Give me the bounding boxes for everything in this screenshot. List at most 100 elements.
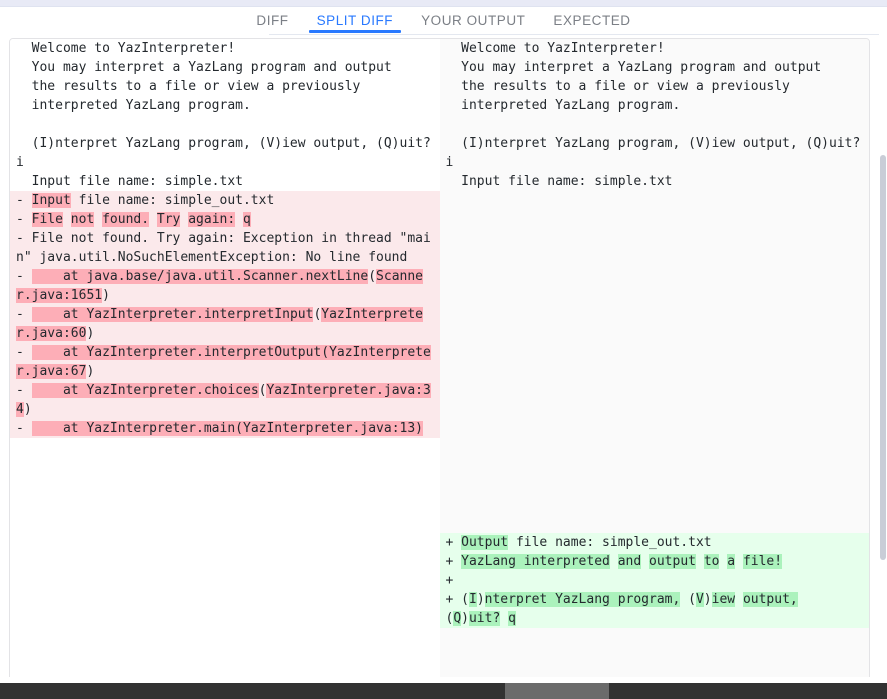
diff-line-sign [446,117,462,132]
left-code-block: Welcome to YazInterpreter! You may inter… [10,39,440,558]
diff-line-sign [16,117,32,132]
diff-text [610,554,618,569]
diff-word-highlight: java.base/java.util.Scanner.nextLine [86,269,369,284]
diff-word-highlight: q [243,212,251,227]
diff-text: ) [102,288,110,303]
horizontal-scrollbar-thumb[interactable] [505,683,609,699]
diff-word-highlight: a [727,554,736,569]
diff-text: interpreted YazLang program. [461,98,681,113]
diff-text: Welcome to YazInterpreter! [31,41,236,56]
tab-expected[interactable]: EXPECTED [539,7,644,33]
diff-text [63,212,71,227]
diff-text: (I)nterpret YazLang program, (V)iew outp… [16,136,439,170]
split-diff-container: Welcome to YazInterpreter! You may inter… [9,38,870,681]
diff-word-highlight: YazInterpreter.interpretInput [86,307,314,322]
horizontal-scrollbar-track[interactable] [0,683,887,699]
diff-line-ctx: ​ [10,115,440,134]
diff-line-sign [16,41,32,56]
diff-text: ) [86,364,95,379]
diff-line-ctx: You may interpret a YazLang program and … [440,58,870,77]
diff-word-highlight: Output [461,535,509,550]
diff-text: ) [23,402,32,417]
diff-line-sign: - [16,193,32,208]
diff-line-ctx: Input file name: simple.txt [10,172,440,191]
diff-line-sign: - [16,212,32,227]
diff-text: Welcome to YazInterpreter! [461,41,665,56]
diff-word-highlight: at [31,269,87,284]
diff-line-sign [446,60,462,75]
diff-word-highlight: again: [188,212,236,227]
diff-word-highlight: q [508,611,516,626]
tab-label: EXPECTED [553,13,631,28]
diff-text: ( [368,269,377,284]
diff-text [149,212,157,227]
diff-line-ctx: (I)nterpret YazLang program, (V)iew outp… [440,134,870,172]
diff-word-highlight: at [31,345,87,360]
diff-text: (I)nterpret YazLang program, (V)iew outp… [445,136,869,170]
diff-line-sign: + [445,592,462,607]
diff-word-highlight: File [31,212,63,227]
diff-text: ) [461,611,469,626]
window-top-strip [0,0,887,7]
diff-line-ctx: Input file name: simple.txt [440,172,870,191]
left-pane-filler [10,438,440,558]
diff-word-highlight: output [649,554,696,569]
diff-word-highlight: I [468,592,477,607]
diff-line-del: - File not found. Try again: q [10,210,440,229]
diff-line-del: - at YazInterpreter.choices(YazInterpret… [10,381,440,419]
diff-word-highlight: V [695,592,704,607]
diff-line-ctx: Welcome to YazInterpreter! [440,39,870,58]
diff-line-sign [16,98,32,113]
diff-line-del: - File not found. Try again: Exception i… [10,229,440,267]
diff-text: You may interpret a YazLang program and … [31,60,392,75]
diff-line-sign: - [16,383,32,398]
right-pane-filler [439,191,869,533]
diff-text [696,554,704,569]
diff-line-ctx: (I)nterpret YazLang program, (V)iew outp… [10,134,440,172]
tab-split-diff[interactable]: SPLIT DIFF [303,7,408,33]
tab-label: DIFF [256,13,289,28]
diff-line-add: + Output file name: simple_out.txt [439,533,869,552]
tab-your-output[interactable]: YOUR OUTPUT [407,7,539,33]
diff-line-ctx: You may interpret a YazLang program and … [10,58,440,77]
diff-line-sign [16,60,32,75]
diff-line-ctx: ​ [440,115,870,134]
diff-line-add: +​ [439,571,869,590]
tab-diff[interactable]: DIFF [242,7,302,33]
diff-text: the results to a file or view a previous… [461,79,790,94]
pane-your-output[interactable]: Welcome to YazInterpreter! You may inter… [10,39,440,680]
diff-line-sign [16,174,32,189]
diff-line-add: + YazLang interpreted and output to a fi… [439,552,869,571]
tab-label: YOUR OUTPUT [421,13,526,28]
diff-line-ctx: the results to a file or view a previous… [440,77,870,96]
diff-text: the results to a file or view a previous… [31,79,361,94]
diff-line-sign: - [16,231,32,246]
diff-word-highlight: Try [156,212,181,227]
diff-word-highlight: Input [31,193,71,208]
diff-word-highlight: output, [742,592,798,607]
diff-word-highlight: and [617,554,642,569]
diff-line-sign: - [16,345,32,360]
diff-word-highlight: file! [742,554,783,569]
diff-text: ( [461,592,469,607]
diff-line-sign [16,136,32,151]
diff-text: You may interpret a YazLang program and … [461,60,822,75]
diff-line-del: - at YazInterpreter.main(YazInterpreter.… [10,419,440,438]
diff-line-sign [446,79,462,94]
vertical-scrollbar-thumb[interactable] [880,155,886,560]
pane-expected-output[interactable]: Welcome to YazInterpreter! You may inter… [439,39,870,680]
diff-word-highlight: at [31,307,87,322]
diff-line-sign [16,79,32,94]
diff-text: interpreted YazLang program. [31,98,251,113]
tab-bar-underline [269,34,879,35]
diff-line-sign [446,174,462,189]
diff-line-del: - at YazInterpreter.interpretOutput(YazI… [10,343,440,381]
diff-text: ) [476,592,485,607]
diff-text: ) [703,592,712,607]
diff-word-highlight: YazLang interpreted [461,554,610,569]
tab-bar: DIFF SPLIT DIFF YOUR OUTPUT EXPECTED [0,7,887,36]
diff-text [235,212,243,227]
diff-word-highlight: not [70,212,95,227]
diff-line-ctx: Welcome to YazInterpreter! [10,39,440,58]
diff-text [500,611,508,626]
